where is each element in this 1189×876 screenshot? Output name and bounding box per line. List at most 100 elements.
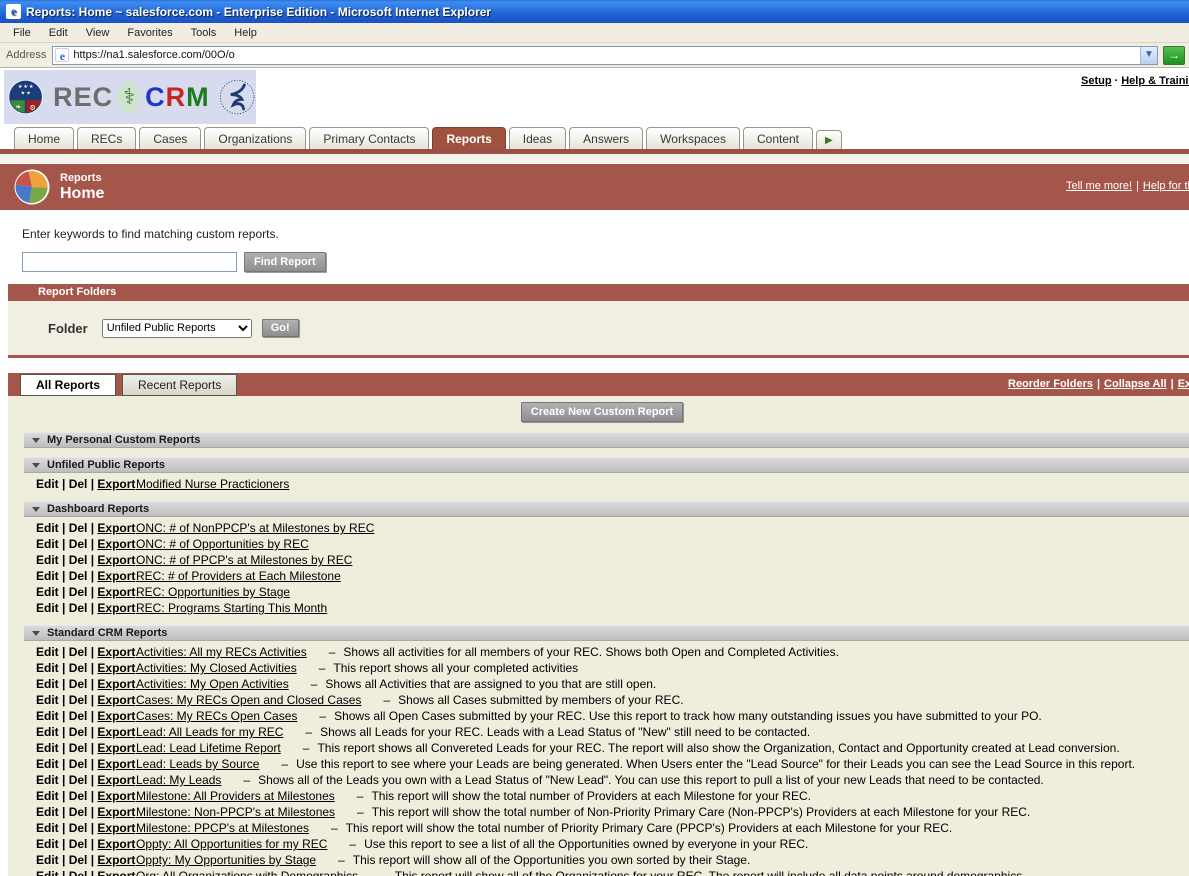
section-header-standard-crm-reports[interactable]: Standard CRM Reports	[24, 625, 1189, 641]
tab-recs[interactable]: RECs	[77, 127, 137, 149]
report-link[interactable]: Modified Nurse Practicioners	[136, 477, 289, 491]
export-link[interactable]: Export	[97, 725, 135, 739]
tab-workspaces[interactable]: Workspaces	[646, 127, 740, 149]
export-link[interactable]: Export	[97, 553, 135, 567]
edit-link[interactable]: Edit	[36, 789, 59, 803]
tab-reports[interactable]: Reports	[432, 127, 506, 149]
edit-link[interactable]: Edit	[36, 661, 59, 675]
edit-link[interactable]: Edit	[36, 601, 59, 615]
edit-link[interactable]: Edit	[36, 537, 59, 551]
del-link[interactable]: Del	[69, 537, 88, 551]
report-link[interactable]: Milestone: PPCP's at Milestones	[136, 821, 309, 835]
tab-recent-reports[interactable]: Recent Reports	[122, 374, 238, 396]
del-link[interactable]: Del	[69, 869, 88, 876]
reorder-folders-link[interactable]: Reorder Folders	[1008, 378, 1093, 390]
menu-item-favorites[interactable]: Favorites	[118, 25, 181, 41]
edit-link[interactable]: Edit	[36, 869, 59, 876]
del-link[interactable]: Del	[69, 585, 88, 599]
edit-link[interactable]: Edit	[36, 693, 59, 707]
report-link[interactable]: REC: Opportunities by Stage	[136, 585, 290, 599]
del-link[interactable]: Del	[69, 709, 88, 723]
section-header-unfiled-public-reports[interactable]: Unfiled Public Reports	[24, 457, 1189, 473]
del-link[interactable]: Del	[69, 661, 88, 675]
edit-link[interactable]: Edit	[36, 757, 59, 771]
tab-ideas[interactable]: Ideas	[508, 127, 567, 149]
edit-link[interactable]: Edit	[36, 725, 59, 739]
del-link[interactable]: Del	[69, 553, 88, 567]
del-link[interactable]: Del	[69, 725, 88, 739]
export-link[interactable]: Export	[97, 569, 135, 583]
export-link[interactable]: Export	[97, 757, 135, 771]
report-link[interactable]: Activities: All my RECs Activities	[136, 645, 307, 659]
report-link[interactable]: ONC: # of NonPPCP's at Milestones by REC	[136, 521, 374, 535]
edit-link[interactable]: Edit	[36, 709, 59, 723]
del-link[interactable]: Del	[69, 477, 88, 491]
del-link[interactable]: Del	[69, 837, 88, 851]
tab-answers[interactable]: Answers	[569, 127, 644, 149]
report-link[interactable]: Lead: Leads by Source	[136, 757, 259, 771]
del-link[interactable]: Del	[69, 757, 88, 771]
setup-link[interactable]: Setup	[1081, 75, 1112, 87]
export-link[interactable]: Export	[97, 645, 135, 659]
edit-link[interactable]: Edit	[36, 853, 59, 867]
expand-all-link[interactable]: Expand All	[1178, 378, 1189, 390]
export-link[interactable]: Export	[97, 805, 135, 819]
menu-item-file[interactable]: File	[4, 25, 40, 41]
tab-home[interactable]: Home	[14, 127, 75, 149]
export-link[interactable]: Export	[97, 789, 135, 803]
collapse-all-link[interactable]: Collapse All	[1104, 378, 1167, 390]
report-link[interactable]: Lead: All Leads for my REC	[136, 725, 283, 739]
edit-link[interactable]: Edit	[36, 521, 59, 535]
export-link[interactable]: Export	[97, 677, 135, 691]
more-tabs-arrow-icon[interactable]: ▶	[816, 130, 842, 149]
tell-me-more-link[interactable]: Tell me more!	[1066, 180, 1132, 192]
edit-link[interactable]: Edit	[36, 821, 59, 835]
report-link[interactable]: Cases: My RECs Open Cases	[136, 709, 297, 723]
export-link[interactable]: Export	[97, 601, 135, 615]
search-input[interactable]	[22, 252, 237, 272]
section-header-my-personal-custom-reports[interactable]: My Personal Custom Reports	[24, 432, 1189, 448]
report-link[interactable]: Activities: My Open Activities	[136, 677, 289, 691]
del-link[interactable]: Del	[69, 521, 88, 535]
export-link[interactable]: Export	[97, 537, 135, 551]
del-link[interactable]: Del	[69, 693, 88, 707]
del-link[interactable]: Del	[69, 773, 88, 787]
export-link[interactable]: Export	[97, 837, 135, 851]
edit-link[interactable]: Edit	[36, 773, 59, 787]
report-link[interactable]: REC: Programs Starting This Month	[136, 601, 327, 615]
export-link[interactable]: Export	[97, 741, 135, 755]
tab-content[interactable]: Content	[742, 127, 814, 149]
del-link[interactable]: Del	[69, 853, 88, 867]
tab-primary-contacts[interactable]: Primary Contacts	[309, 127, 430, 149]
report-link[interactable]: Lead: Lead Lifetime Report	[136, 741, 281, 755]
report-link[interactable]: Oppty: All Opportunities for my REC	[136, 837, 327, 851]
menu-item-tools[interactable]: Tools	[182, 25, 226, 41]
menu-item-view[interactable]: View	[77, 25, 119, 41]
export-link[interactable]: Export	[97, 521, 135, 535]
address-input[interactable]: e https://na1.salesforce.com/00O/o ▼	[52, 45, 1158, 65]
edit-link[interactable]: Edit	[36, 837, 59, 851]
go-arrow-button[interactable]: →	[1163, 45, 1185, 65]
section-header-dashboard-reports[interactable]: Dashboard Reports	[24, 501, 1189, 517]
report-link[interactable]: Activities: My Closed Activities	[136, 661, 297, 675]
export-link[interactable]: Export	[97, 693, 135, 707]
find-report-button[interactable]: Find Report	[244, 252, 326, 272]
create-new-custom-report-button[interactable]: Create New Custom Report	[520, 402, 684, 422]
export-link[interactable]: Export	[97, 821, 135, 835]
edit-link[interactable]: Edit	[36, 553, 59, 567]
del-link[interactable]: Del	[69, 601, 88, 615]
report-link[interactable]: ONC: # of PPCP's at Milestones by REC	[136, 553, 352, 567]
export-link[interactable]: Export	[97, 661, 135, 675]
report-link[interactable]: Org: All Organizations with Demographics	[136, 869, 358, 876]
report-link[interactable]: Cases: My RECs Open and Closed Cases	[136, 693, 361, 707]
edit-link[interactable]: Edit	[36, 645, 59, 659]
chevron-down-icon[interactable]: ▼	[1140, 46, 1157, 64]
del-link[interactable]: Del	[69, 805, 88, 819]
report-link[interactable]: ONC: # of Opportunities by REC	[136, 537, 309, 551]
del-link[interactable]: Del	[69, 821, 88, 835]
tab-organizations[interactable]: Organizations	[204, 127, 307, 149]
export-link[interactable]: Export	[97, 477, 135, 491]
edit-link[interactable]: Edit	[36, 585, 59, 599]
tab-cases[interactable]: Cases	[139, 127, 202, 149]
tab-all-reports[interactable]: All Reports	[20, 374, 117, 396]
